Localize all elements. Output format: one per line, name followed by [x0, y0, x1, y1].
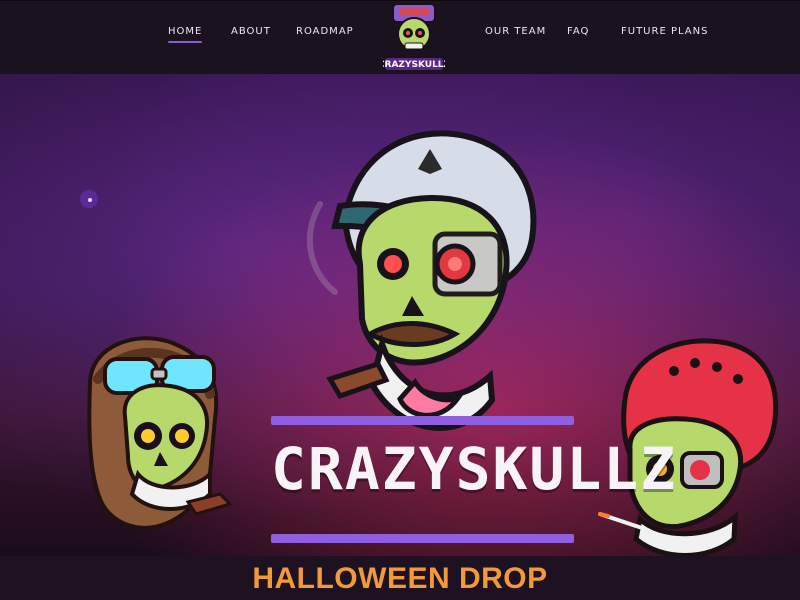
- nav-roadmap[interactable]: ROADMAP: [296, 26, 354, 37]
- aviator-skull-illustration: [87, 336, 233, 530]
- skull-logo-icon: CRAZYSKULLZ CRAZYSKULLZ: [378, 3, 451, 70]
- nav-about[interactable]: ABOUT: [231, 26, 271, 37]
- nav-our-team[interactable]: OUR TEAM: [485, 26, 546, 37]
- cap-skull-illustration: [306, 130, 537, 431]
- dot-icon[interactable]: [80, 190, 98, 208]
- halloween-drop-title: HALLOWEEN DROP: [252, 562, 548, 595]
- top-navigation-bar: HOME ABOUT ROADMAP CRAZYSKULLZ CRAZYSKUL…: [0, 0, 800, 74]
- nav-faq[interactable]: FAQ: [567, 26, 589, 37]
- brand-logo[interactable]: CRAZYSKULLZ CRAZYSKULLZ: [378, 0, 451, 72]
- hero-title-block: CRAZYSKULLZ: [271, 416, 678, 556]
- title-top-bar: [271, 416, 574, 425]
- hero-banner: CRAZYSKULLZ: [0, 74, 800, 556]
- logo-text-overlay: CRAZYSKULLZ: [383, 60, 445, 70]
- hero-title: CRAZYSKULLZ: [271, 435, 678, 503]
- title-bottom-bar: [271, 534, 574, 543]
- nav-home[interactable]: HOME: [168, 26, 203, 43]
- nav-future-plans[interactable]: FUTURE PLANS: [621, 26, 708, 37]
